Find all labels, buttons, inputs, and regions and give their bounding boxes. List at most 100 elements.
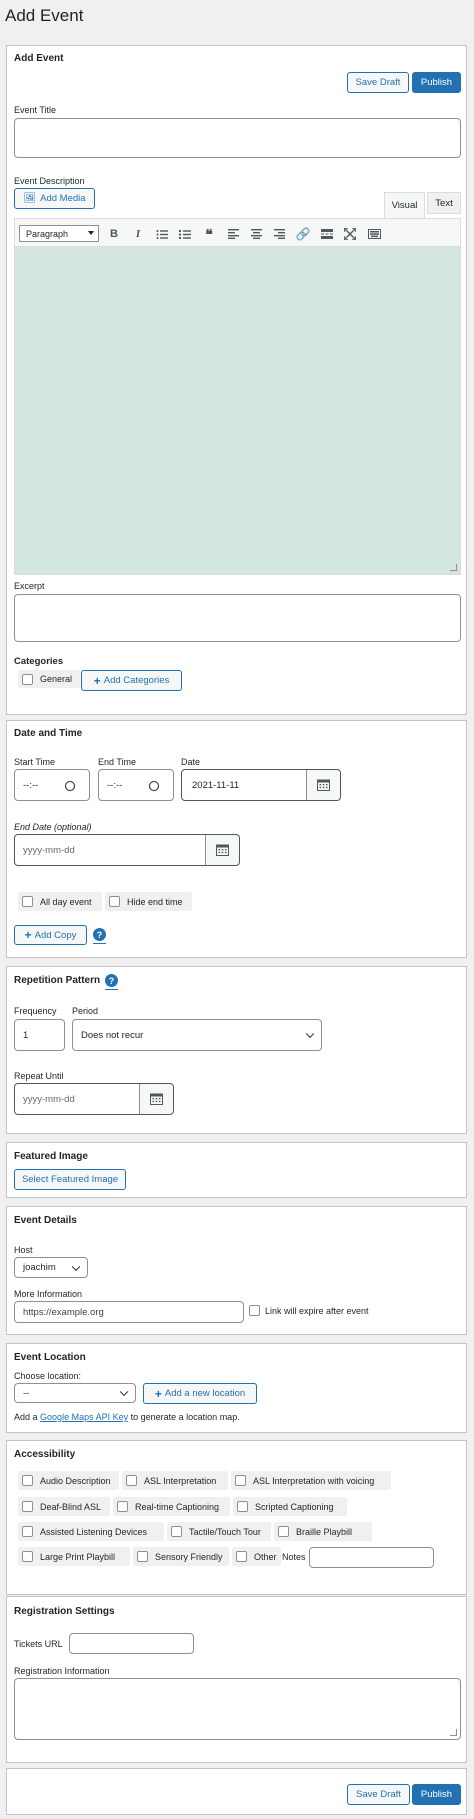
host-select[interactable]: joachim [14, 1257, 88, 1278]
date-label: Date [181, 757, 201, 767]
other-checkbox[interactable]: Other [232, 1547, 281, 1566]
more-info-input[interactable]: https://example.org [14, 1301, 244, 1323]
chevron-down-icon [71, 1262, 81, 1271]
editor-toolbar: Paragraph B I ❝ 🔗 [14, 218, 461, 247]
host-value: joachim [23, 1262, 56, 1273]
frequency-input[interactable]: 1 [14, 1019, 65, 1051]
categories-heading: Categories [14, 656, 64, 667]
excerpt-textarea[interactable] [14, 594, 461, 642]
add-media-label: Add Media [40, 193, 86, 204]
maps-prefix: Add a [14, 1412, 38, 1422]
registration-info-label: Registration Information [14, 1666, 110, 1676]
date-time-heading: Date and Time [14, 728, 83, 739]
tab-visual[interactable]: Visual [384, 192, 425, 218]
period-value: Does not recur [81, 1029, 144, 1041]
bullet-list-icon[interactable] [155, 227, 169, 241]
assisted-listening-checkbox[interactable]: Assisted Listening Devices [18, 1522, 164, 1541]
notes-input[interactable] [309, 1547, 434, 1568]
registration-heading: Registration Settings [14, 1606, 115, 1617]
align-right-icon[interactable] [272, 227, 286, 241]
link-expire-checkbox[interactable]: Link will expire after event [249, 1305, 369, 1316]
tactile-tour-checkbox[interactable]: Tactile/Touch Tour [167, 1522, 271, 1541]
date-input[interactable]: 2021-11-11 [181, 769, 341, 801]
footer-save-draft-button[interactable]: Save Draft [347, 1784, 410, 1805]
asl-voicing-checkbox[interactable]: ASL Interpretation with voicing [231, 1471, 391, 1490]
italic-icon[interactable]: I [131, 227, 145, 241]
calendar-button[interactable] [139, 1084, 173, 1114]
hide-end-time-label: Hide end time [127, 896, 183, 907]
all-day-event-label: All day event [40, 896, 92, 907]
keyboard-icon[interactable] [367, 227, 381, 241]
publish-button[interactable]: Publish [412, 72, 461, 93]
editor-content-area[interactable] [14, 247, 461, 575]
google-maps-api-key-link[interactable]: Google Maps API Key [40, 1412, 128, 1422]
select-featured-image-button[interactable]: Select Featured Image [14, 1169, 126, 1190]
audio-description-checkbox[interactable]: Audio Description [18, 1471, 119, 1490]
add-media-button[interactable]: 🖼 Add Media [14, 188, 95, 209]
deaf-blind-asl-checkbox[interactable]: Deaf-Blind ASL [18, 1497, 110, 1516]
align-left-icon[interactable] [226, 227, 240, 241]
media-icon: 🖼 [23, 193, 37, 204]
save-draft-button[interactable]: Save Draft [347, 72, 409, 93]
numbered-list-icon[interactable] [178, 227, 192, 241]
repeat-until-input[interactable]: yyyy-mm-dd [14, 1083, 174, 1115]
realtime-captioning-checkbox[interactable]: Real-time Captioning [113, 1497, 230, 1516]
checkbox-box [137, 1551, 148, 1562]
checkbox-box [22, 1526, 33, 1537]
period-select[interactable]: Does not recur [72, 1019, 322, 1051]
end-date-input[interactable]: yyyy-mm-dd [14, 834, 240, 866]
repetition-panel: Repetition Pattern ? Frequency 1 Period … [6, 966, 467, 1134]
maps-note: Add a Google Maps API Key to generate a … [14, 1412, 240, 1422]
help-icon[interactable]: ? [105, 974, 118, 987]
checkbox-box [236, 1551, 247, 1562]
large-print-checkbox[interactable]: Large Print Playbill [18, 1547, 130, 1566]
help-underline [105, 989, 118, 990]
checkbox-box [22, 673, 33, 685]
help-underline [93, 943, 106, 944]
resize-handle-icon[interactable] [450, 1729, 457, 1736]
event-details-panel: Event Details Host joachim More Informat… [6, 1206, 467, 1335]
registration-info-textarea[interactable] [14, 1678, 461, 1740]
all-day-event-checkbox[interactable]: All day event [18, 892, 102, 911]
blockquote-icon[interactable]: ❝ [202, 226, 216, 242]
frequency-label: Frequency [14, 1006, 57, 1016]
event-title-label: Event Title [14, 105, 57, 115]
add-location-button[interactable]: + Add a new location [143, 1383, 257, 1404]
end-time-input[interactable]: --:-- [98, 769, 174, 801]
format-select[interactable]: Paragraph [19, 225, 99, 242]
tab-text[interactable]: Text [427, 192, 461, 214]
location-select[interactable]: -- [14, 1383, 136, 1403]
add-copy-button[interactable]: + Add Copy [14, 925, 87, 945]
add-categories-label: Add Categories [103, 675, 170, 686]
calendar-icon [216, 844, 229, 856]
checkbox-box [22, 1501, 33, 1512]
add-event-heading: Add Event [14, 53, 64, 64]
calendar-button[interactable] [306, 770, 340, 800]
start-time-value: --:-- [23, 779, 39, 791]
sensory-friendly-checkbox[interactable]: Sensory Friendly [133, 1547, 229, 1566]
fullscreen-icon[interactable] [343, 227, 357, 241]
bold-icon[interactable]: B [107, 227, 121, 241]
event-title-input[interactable] [14, 118, 461, 158]
calendar-button[interactable] [205, 835, 239, 865]
checkbox-box [171, 1526, 182, 1537]
add-categories-button[interactable]: + Add Categories [81, 670, 182, 691]
large-print-label: Large Print Playbill [40, 1551, 116, 1562]
align-center-icon[interactable] [249, 227, 263, 241]
choose-location-label: Choose location: [14, 1371, 82, 1381]
resize-handle-icon[interactable] [450, 564, 457, 571]
more-info-placeholder: https://example.org [23, 1306, 104, 1318]
tickets-url-input[interactable] [69, 1633, 194, 1654]
link-icon[interactable]: 🔗 [296, 227, 311, 241]
clock-icon [65, 781, 75, 791]
asl-interpretation-checkbox[interactable]: ASL Interpretation [122, 1471, 228, 1490]
footer-publish-button[interactable]: Publish [412, 1784, 461, 1805]
hide-end-time-checkbox[interactable]: Hide end time [105, 892, 192, 911]
braille-playbill-checkbox[interactable]: Braille Playbill [274, 1522, 372, 1541]
start-time-input[interactable]: --:-- [14, 769, 90, 801]
category-general-checkbox[interactable]: General [18, 670, 80, 688]
registration-panel: Registration Settings Tickets URL Regist… [6, 1596, 467, 1763]
help-icon[interactable]: ? [93, 928, 106, 941]
scripted-captioning-checkbox[interactable]: Scripted Captioning [233, 1497, 347, 1516]
read-more-icon[interactable] [320, 227, 334, 241]
